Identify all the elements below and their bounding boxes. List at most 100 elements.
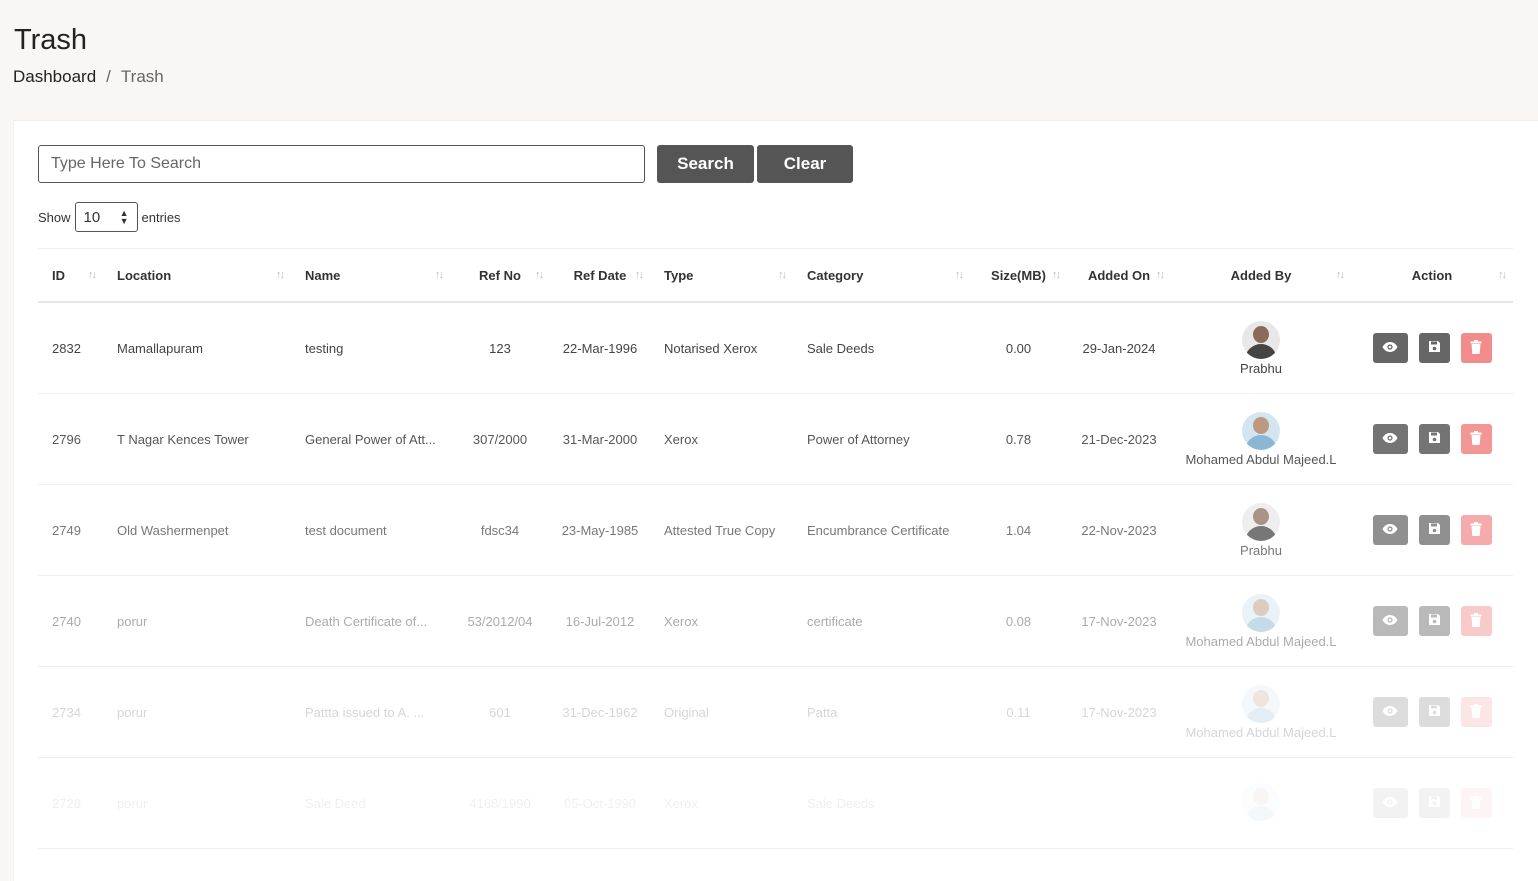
sort-arrows-icon: ↑↓ (1156, 269, 1165, 281)
cell-ref-no: 4168/1990 (450, 757, 550, 849)
table-row: 2740 porur Death Certificate of... 53/2012/… (38, 575, 1513, 667)
cell-ref-date: 31-Dec-1962 (550, 666, 650, 758)
column-header-ref-date[interactable]: Ref Date ↑↓ (550, 248, 650, 303)
avatar (1242, 684, 1280, 723)
trash-icon (1470, 339, 1482, 357)
search-input[interactable] (38, 145, 645, 183)
column-header-added-by[interactable]: Added By ↑↓ (1171, 248, 1351, 303)
added-by-name: Mohamed Abdul Majeed.L (1185, 633, 1337, 649)
column-header-category[interactable]: Category ↑↓ (793, 248, 970, 303)
restore-save-button[interactable] (1418, 697, 1450, 727)
view-button[interactable] (1372, 515, 1408, 545)
cell-action (1351, 393, 1513, 485)
table-row: 2749 Old Washermenpet test document fdsc34 2… (38, 484, 1513, 576)
column-header-name[interactable]: Name ↑↓ (291, 248, 450, 303)
cell-category: Power of Attorney (793, 393, 970, 485)
sort-arrows-icon: ↑↓ (276, 269, 285, 281)
breadcrumb-dashboard-link[interactable]: Dashboard (13, 67, 96, 87)
cell-location: porur (103, 666, 291, 758)
table-row: 2832 Mamallapuram testing 123 22-Mar-1996 Not… (38, 302, 1513, 394)
column-header-location[interactable]: Location ↑↓ (103, 248, 291, 303)
cell-name: General Power of Att... (291, 393, 450, 485)
cell-added-on: 29-Jan-2024 (1067, 302, 1171, 394)
floppy-disk-icon (1428, 431, 1441, 447)
column-header-size[interactable]: Size(MB) ↑↓ (970, 248, 1067, 303)
column-header-action[interactable]: Action ↑↓ (1351, 248, 1513, 303)
restore-save-button[interactable] (1418, 788, 1450, 818)
cell-added-by: Prabhu (1171, 484, 1351, 576)
delete-button[interactable] (1460, 788, 1492, 818)
cell-ref-date: 05-Oct-1990 (550, 757, 650, 849)
entries-select[interactable]: 10 ▲ ▼ (74, 202, 138, 232)
delete-button[interactable] (1460, 697, 1492, 727)
cell-ref-no: 123 (450, 302, 550, 394)
cell-type: Xerox (650, 757, 793, 849)
avatar (1242, 593, 1280, 632)
table-row: 2796 T Nagar Kences Tower General Power of… (38, 393, 1513, 485)
cell-action (1351, 757, 1513, 849)
floppy-disk-icon (1428, 522, 1441, 538)
eye-icon (1382, 614, 1398, 629)
cell-added-by (1171, 757, 1351, 849)
cell-type: Xerox (650, 575, 793, 667)
cell-type: Attested True Copy (650, 484, 793, 576)
cell-added-on: 17-Nov-2023 (1067, 666, 1171, 758)
view-button[interactable] (1372, 788, 1408, 818)
cell-id: 2796 (38, 393, 103, 485)
sort-arrows-icon: ↑↓ (778, 269, 787, 281)
sort-arrows-icon: ↑↓ (1336, 269, 1345, 281)
delete-button[interactable] (1460, 333, 1492, 363)
cell-size: 0.78 (970, 393, 1067, 485)
sort-arrows-icon: ↑↓ (635, 269, 644, 281)
cell-category: Encumbrance Certificate (793, 484, 970, 576)
cell-location: Old Washermenpet (103, 484, 291, 576)
view-button[interactable] (1372, 333, 1408, 363)
table-row: 2734 porur Pattta issued to A. ... 601 31-De… (38, 666, 1513, 758)
cell-type: Notarised Xerox (650, 302, 793, 394)
view-button[interactable] (1372, 697, 1408, 727)
cell-id: 2749 (38, 484, 103, 576)
cell-id: 2740 (38, 575, 103, 667)
search-button[interactable]: Search (657, 145, 754, 183)
column-header-added-on[interactable]: Added On ↑↓ (1067, 248, 1171, 303)
trash-card: Search Clear Show 10 ▲▼ entries ID↑↓ Loc… (13, 120, 1538, 881)
restore-save-button[interactable] (1418, 333, 1450, 363)
floppy-disk-icon (1428, 340, 1441, 356)
cell-name: Pattta issued to A. ... (291, 666, 450, 758)
delete-button[interactable] (1460, 606, 1492, 636)
cell-ref-date: 16-Jul-2012 (550, 575, 650, 667)
delete-button[interactable] (1460, 424, 1492, 454)
restore-save-button[interactable] (1418, 424, 1450, 454)
cell-name: Sale Deed (291, 757, 450, 849)
cell-category: Patta (793, 666, 970, 758)
view-button[interactable] (1372, 606, 1408, 636)
avatar (1242, 502, 1280, 541)
avatar (1242, 411, 1280, 450)
view-button[interactable] (1372, 424, 1408, 454)
cell-ref-no: 53/2012/04 (450, 575, 550, 667)
breadcrumb: Dashboard / Trash (13, 67, 164, 87)
clear-button[interactable]: Clear (757, 145, 853, 183)
entries-select-value: 10 (83, 208, 101, 226)
restore-save-button[interactable] (1418, 515, 1450, 545)
cell-added-by: Mohamed Abdul Majeed.L (1171, 575, 1351, 667)
delete-button[interactable] (1460, 515, 1492, 545)
cell-location: Mamallapuram (103, 302, 291, 394)
column-header-type[interactable]: Type ↑↓ (650, 248, 793, 303)
restore-save-button[interactable] (1418, 606, 1450, 636)
cell-action (1351, 575, 1513, 667)
cell-ref-no: fdsc34 (450, 484, 550, 576)
column-header-id[interactable]: ID ↑↓ (38, 248, 103, 303)
cell-type: Xerox (650, 393, 793, 485)
cell-size: 1.04 (970, 484, 1067, 576)
cell-size: 0.00 (970, 302, 1067, 394)
cell-added-by: Mohamed Abdul Majeed.L (1171, 393, 1351, 485)
avatar (1242, 783, 1280, 821)
breadcrumb-current: Trash (120, 67, 164, 86)
cell-location: T Nagar Kences Tower (103, 393, 291, 485)
column-header-ref-no[interactable]: Ref No ↑↓ (450, 248, 550, 303)
show-label: Show (38, 209, 71, 225)
cell-name: Death Certificate of... (291, 575, 450, 667)
trash-icon (1470, 703, 1482, 721)
floppy-disk-icon (1428, 613, 1441, 629)
